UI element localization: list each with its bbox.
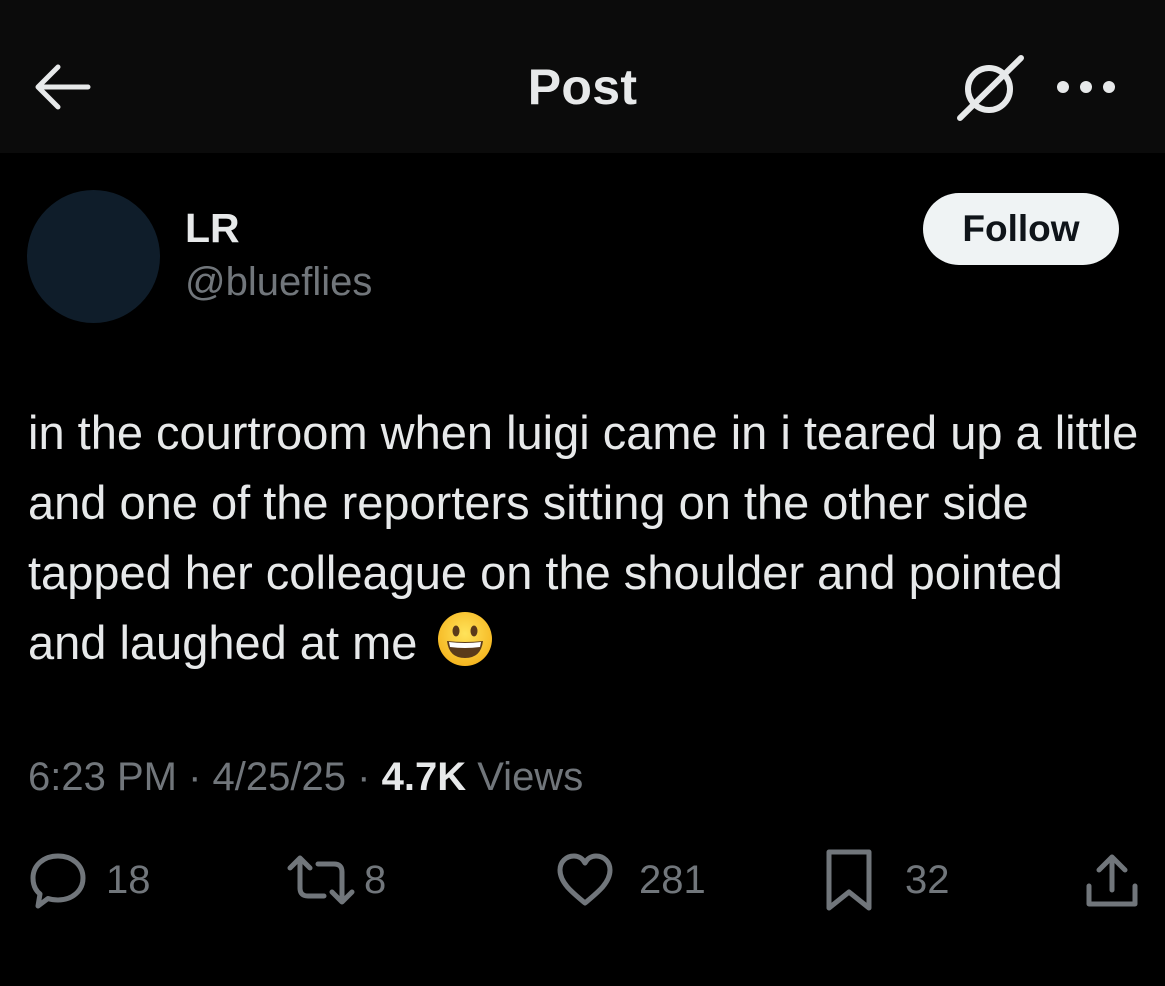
repost-icon <box>287 855 355 905</box>
more-icon <box>1057 81 1115 93</box>
like-button[interactable]: 281 <box>555 848 706 912</box>
tweet-meta: 6:23 PM · 4/25/25 · 4.7K Views <box>28 755 583 800</box>
tweet-time[interactable]: 6:23 PM <box>28 755 177 799</box>
heart-icon <box>557 853 613 906</box>
bookmark-count: 32 <box>905 857 950 902</box>
follow-button[interactable]: Follow <box>923 193 1119 265</box>
repost-count: 8 <box>364 857 387 902</box>
repost-button[interactable]: 8 <box>286 848 386 912</box>
reply-icon <box>30 853 86 909</box>
reply-count: 18 <box>106 857 151 902</box>
bookmark-button[interactable]: 32 <box>823 848 950 912</box>
tweet-text: in the courtroom when luigi came in i te… <box>28 406 1139 669</box>
grok-button[interactable] <box>955 55 1027 121</box>
bottom-divider <box>0 975 1165 986</box>
tweet-date[interactable]: 4/25/25 <box>213 755 346 799</box>
top-bar: Post <box>0 0 1165 153</box>
tweet-body: in the courtroom when luigi came in i te… <box>28 398 1143 678</box>
author-display-name[interactable]: LR <box>185 205 240 252</box>
like-count: 281 <box>639 857 706 902</box>
more-options-button[interactable] <box>1055 70 1117 104</box>
views-label[interactable]: Views <box>477 755 583 799</box>
grok-icon <box>957 55 1024 121</box>
avatar[interactable] <box>27 190 160 323</box>
bookmark-icon <box>826 849 872 911</box>
meta-separator: · <box>188 755 202 799</box>
share-button[interactable] <box>1083 848 1141 912</box>
views-count[interactable]: 4.7K <box>382 755 467 799</box>
share-icon <box>1086 854 1138 907</box>
author-handle[interactable]: @blueflies <box>185 260 372 305</box>
grinning-face-emoji <box>438 612 493 666</box>
reply-button[interactable]: 18 <box>28 848 151 912</box>
meta-separator: · <box>357 755 371 799</box>
